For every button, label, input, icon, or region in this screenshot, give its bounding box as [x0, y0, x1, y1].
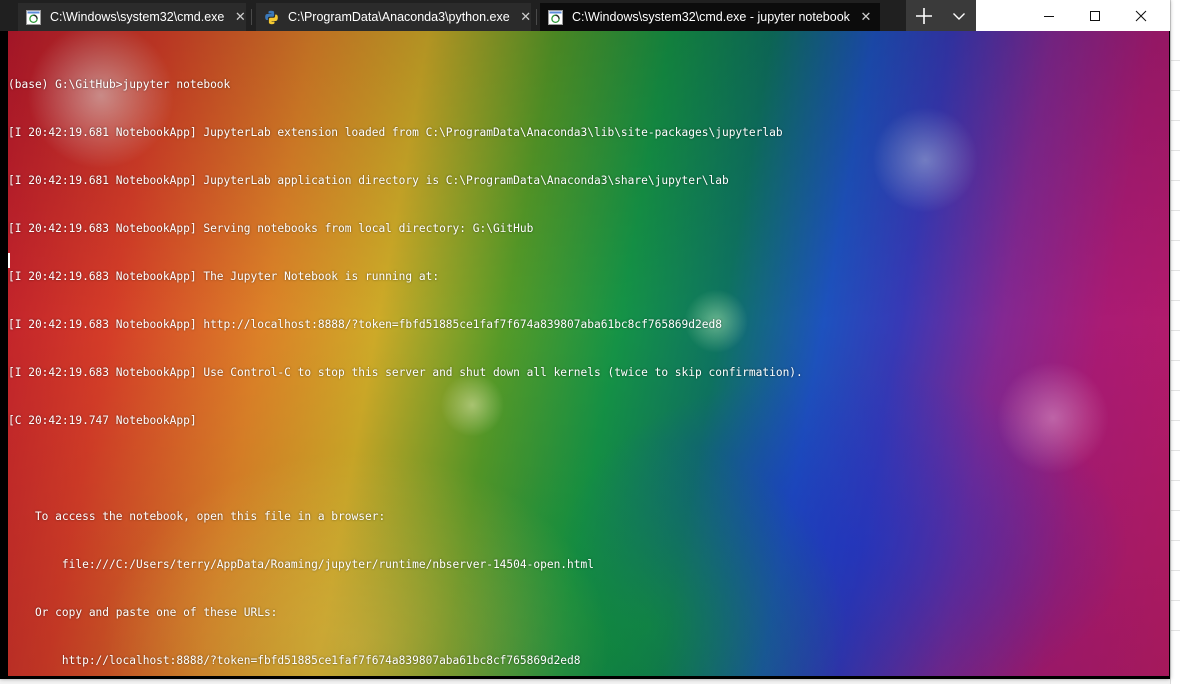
- row-line: [1171, 630, 1180, 631]
- terminal-line: [I 20:42:19.683 NotebookApp] Use Control…: [8, 366, 803, 379]
- terminal-line: Or copy and paste one of these URLs:: [8, 606, 278, 619]
- close-icon[interactable]: ✕: [232, 9, 248, 25]
- row-line: [1171, 120, 1180, 121]
- maximize-button[interactable]: [1072, 0, 1118, 31]
- row-line: [1171, 60, 1180, 61]
- terminal-window: C:\Windows\system32\cmd.exe ✕ C:\Program…: [0, 0, 1170, 679]
- row-line: [1171, 270, 1180, 271]
- terminal-line: (base) G:\GitHub>jupyter notebook: [8, 78, 231, 91]
- terminal-line: [I 20:42:19.683 NotebookApp] Serving not…: [8, 222, 534, 235]
- row-line: [1171, 240, 1180, 241]
- tab-separator: [536, 9, 537, 25]
- tab-cmd-1[interactable]: C:\Windows\system32\cmd.exe ✕: [18, 3, 246, 31]
- title-bar[interactable]: C:\Windows\system32\cmd.exe ✕ C:\Program…: [0, 0, 1170, 31]
- close-window-button[interactable]: [1118, 0, 1164, 31]
- row-line: [1171, 450, 1180, 451]
- row-line: [1171, 540, 1180, 541]
- background-spreadsheet-edge: [1170, 0, 1180, 684]
- close-icon: [1135, 10, 1147, 21]
- cmd-icon: [26, 9, 41, 25]
- minimize-button[interactable]: [1026, 0, 1072, 31]
- row-line: [1171, 600, 1180, 601]
- plus-icon: [916, 7, 932, 24]
- tab-title: C:\ProgramData\Anaconda3\python.exe: [288, 10, 510, 24]
- tab-title: C:\Windows\system32\cmd.exe - jupyter no…: [572, 10, 850, 24]
- row-line: [1171, 510, 1180, 511]
- row-line: [1171, 390, 1180, 391]
- terminal-line: [I 20:42:19.681 NotebookApp] JupyterLab …: [8, 174, 729, 187]
- close-icon[interactable]: ✕: [518, 9, 534, 25]
- python-icon: [264, 10, 279, 25]
- terminal-line: To access the notebook, open this file i…: [8, 510, 386, 523]
- row-line: [1171, 90, 1180, 91]
- terminal-line: file:///C:/Users/terry/AppData/Roaming/j…: [8, 558, 594, 571]
- text-cursor: [8, 253, 10, 268]
- tab-dropdown-button[interactable]: [942, 0, 976, 31]
- minimize-icon: [1044, 15, 1054, 17]
- row-line: [1171, 180, 1180, 181]
- tab-strip: C:\Windows\system32\cmd.exe ✕ C:\Program…: [0, 0, 976, 31]
- row-line: [1171, 300, 1180, 301]
- terminal-line: [C 20:42:19.747 NotebookApp]: [8, 414, 197, 427]
- terminal-line: [I 20:42:19.683 NotebookApp] The Jupyter…: [8, 270, 440, 283]
- row-line: [1171, 150, 1180, 151]
- row-line: [1171, 360, 1180, 361]
- row-line: [1171, 210, 1180, 211]
- tab-python[interactable]: C:\ProgramData\Anaconda3\python.exe ✕: [256, 3, 531, 31]
- terminal-line: http://localhost:8888/?token=fbfd51885ce…: [8, 654, 581, 667]
- cmd-icon: [548, 9, 563, 25]
- terminal-line: [I 20:42:19.683 NotebookApp] http://loca…: [8, 318, 722, 331]
- close-icon[interactable]: ✕: [858, 9, 874, 25]
- new-tab-button[interactable]: [906, 0, 942, 31]
- terminal-pane[interactable]: (base) G:\GitHub>jupyter notebook [I 20:…: [8, 31, 1169, 676]
- row-line: [1171, 330, 1180, 331]
- maximize-icon: [1090, 10, 1100, 21]
- terminal-output: (base) G:\GitHub>jupyter notebook [I 20:…: [8, 45, 803, 676]
- chevron-down-icon: [953, 12, 965, 20]
- row-line: [1171, 420, 1180, 421]
- tab-cmd-jupyter[interactable]: C:\Windows\system32\cmd.exe - jupyter no…: [540, 3, 880, 31]
- tab-title: C:\Windows\system32\cmd.exe: [50, 10, 225, 24]
- tab-separator: [251, 9, 252, 25]
- row-line: [1171, 570, 1180, 571]
- terminal-line: [I 20:42:19.681 NotebookApp] JupyterLab …: [8, 126, 783, 139]
- row-line: [1171, 480, 1180, 481]
